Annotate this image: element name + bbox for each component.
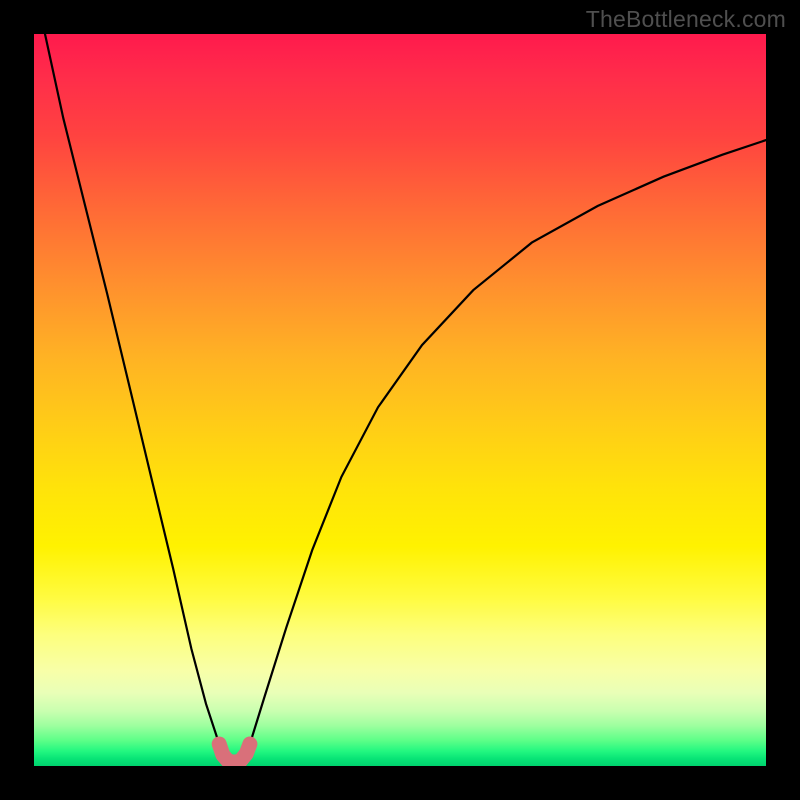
valley-marker	[219, 744, 250, 762]
curve-right-branch	[250, 140, 766, 744]
bottleneck-curve	[34, 34, 766, 766]
curve-left-branch	[45, 34, 219, 744]
plot-area	[34, 34, 766, 766]
watermark-text: TheBottleneck.com	[586, 6, 786, 33]
chart-frame: TheBottleneck.com	[0, 0, 800, 800]
